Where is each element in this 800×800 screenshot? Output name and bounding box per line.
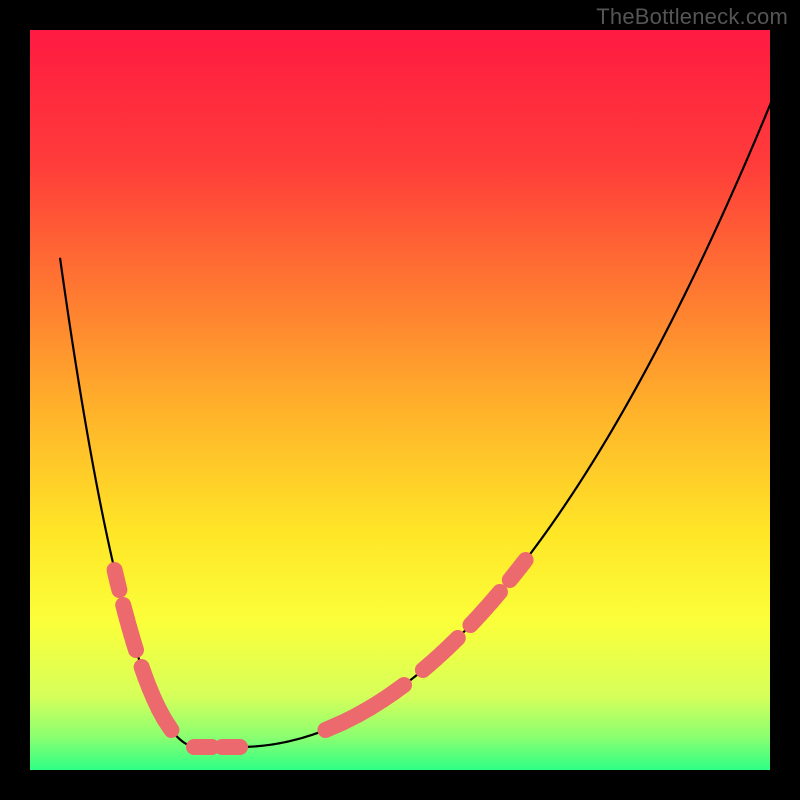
marker-segment bbox=[134, 643, 136, 651]
marker-segment bbox=[119, 587, 120, 590]
watermark-text: TheBottleneck.com bbox=[596, 4, 788, 30]
bottleneck-chart-svg bbox=[30, 30, 770, 770]
marker-segment bbox=[165, 720, 172, 731]
marker-segment bbox=[470, 620, 475, 626]
marker-segment bbox=[325, 723, 342, 731]
marker-segment bbox=[423, 665, 429, 670]
plot-area bbox=[30, 30, 770, 770]
marker-segment bbox=[510, 577, 513, 580]
outer-black-frame: TheBottleneck.com bbox=[0, 0, 800, 800]
gradient-background bbox=[30, 30, 770, 770]
